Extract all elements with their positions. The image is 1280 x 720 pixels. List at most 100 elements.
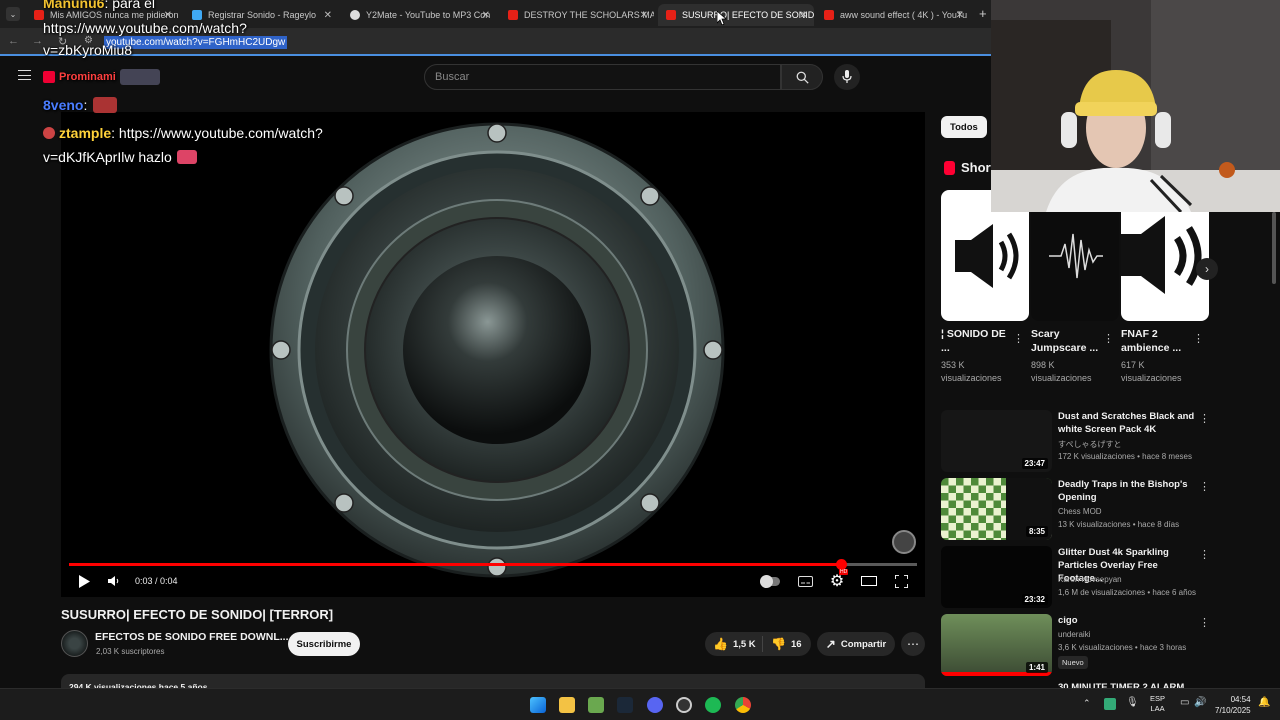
close-tab-icon[interactable]: ✕: [482, 10, 490, 21]
youtube-favicon-icon: [824, 10, 834, 20]
duration-badge: 1:41: [1025, 662, 1048, 673]
rec-channel[interactable]: underaiki: [1058, 630, 1090, 639]
search-input[interactable]: Buscar: [424, 64, 781, 90]
fullscreen-button[interactable]: [893, 573, 909, 589]
subtitles-button[interactable]: [797, 573, 813, 589]
close-tab-icon[interactable]: ✕: [956, 10, 964, 21]
more-vertical-icon[interactable]: ⋮: [1199, 412, 1210, 425]
rec-channel[interactable]: すぺしゃるげすと: [1058, 439, 1121, 450]
more-vertical-icon[interactable]: ⋮: [1103, 332, 1114, 345]
search-button[interactable]: [781, 64, 823, 90]
more-vertical-icon[interactable]: ⋮: [1199, 616, 1210, 629]
rec-title[interactable]: cigo: [1058, 614, 1198, 627]
forward-arrow-icon[interactable]: →: [32, 35, 43, 47]
recommended-item-1[interactable]: 8:35 Deadly Traps in the Bishop's Openin…: [941, 478, 1211, 542]
rec-meta: 172 K visualizaciones • hace 8 meses: [1058, 452, 1192, 461]
more-actions-button[interactable]: ⋯: [901, 632, 925, 656]
autoplay-toggle[interactable]: [759, 573, 781, 589]
chat-username: 8veno: [43, 97, 84, 113]
back-arrow-icon[interactable]: ←: [8, 35, 19, 47]
tab-label: SUSURRO| EFECTO DE SONIDO: [682, 10, 814, 20]
shorts-logo-icon: [944, 160, 955, 175]
hamburger-menu-icon[interactable]: [18, 70, 31, 80]
channel-avatar[interactable]: [61, 630, 88, 657]
subscribe-button[interactable]: Suscribirme: [288, 632, 360, 656]
hd-badge: HD: [839, 569, 849, 575]
notification-bell-icon[interactable]: 🔔: [1258, 697, 1270, 708]
video-player[interactable]: 0:03 / 0:04 ⚙ HD: [61, 112, 925, 597]
rec-meta: 1,6 M de visualizaciones • hace 6 años: [1058, 588, 1196, 597]
like-button[interactable]: 👍 1,5 K: [705, 636, 763, 652]
speaker-video-frame: [269, 122, 916, 578]
close-tab-icon[interactable]: ✕: [640, 10, 648, 21]
rec-channel[interactable]: Chess MOD: [1058, 507, 1102, 516]
obs-icon[interactable]: [676, 697, 692, 713]
chat-line-0: Manunu6: para el: [43, 0, 155, 14]
share-button[interactable]: ↗ Compartir: [817, 632, 895, 656]
video-title: SUSURRO| EFECTO DE SONIDO| [TERROR]: [61, 607, 334, 622]
chat-avatar-icon: [43, 127, 55, 139]
more-vertical-icon[interactable]: ⋮: [1193, 332, 1204, 345]
share-arrow-icon: ↗: [825, 637, 836, 651]
chevron-up-icon[interactable]: ⌃: [1083, 698, 1091, 709]
short-views-0: 353 K visualizaciones: [941, 360, 1002, 383]
more-vertical-icon[interactable]: ⋮: [1199, 548, 1210, 561]
speaker-tray-icon[interactable]: 🔊: [1194, 697, 1206, 708]
tab-5[interactable]: aww sound effect ( 4K ) - YouTu ✕: [816, 4, 970, 26]
rec-meta: 13 K visualizaciones • hace 8 días: [1058, 520, 1180, 529]
channel-name[interactable]: EFECTOS DE SONIDO FREE DOWNL...: [95, 631, 289, 643]
microphone-tray-icon[interactable]: 🎙: [1126, 697, 1139, 708]
sidebar-scrollbar[interactable]: [1272, 212, 1276, 284]
short-title-1[interactable]: Scary Jumpscare ...: [1031, 327, 1099, 355]
rec-title[interactable]: Dust and Scratches Black and white Scree…: [1058, 410, 1198, 436]
short-title-0[interactable]: ¦ SONIDO DE ...: [941, 327, 1009, 355]
progress-bar[interactable]: [69, 559, 917, 570]
tab-list-chevron-icon[interactable]: ⌄: [6, 7, 20, 21]
steam-icon[interactable]: [617, 697, 633, 713]
close-tab-icon[interactable]: ✕: [800, 10, 808, 21]
play-button[interactable]: [77, 573, 91, 589]
short-title-2[interactable]: FNAF 2 ambience ...: [1121, 327, 1189, 355]
recommended-item-3[interactable]: 1:41 cigo underaiki 3,6 K visualizacione…: [941, 614, 1211, 678]
recommended-item-2[interactable]: 23:32 Glitter Dust 4k Sparkling Particle…: [941, 546, 1211, 610]
more-vertical-icon[interactable]: ⋮: [1013, 332, 1024, 345]
chrome-icon[interactable]: [735, 697, 751, 713]
microphone-icon: [842, 70, 852, 83]
discord-icon[interactable]: [647, 697, 663, 713]
duration-badge: 23:32: [1021, 594, 1048, 605]
rec-channel[interactable]: Karen Hovsepyan: [1058, 575, 1122, 584]
youtube-favicon-icon: [508, 10, 518, 20]
file-explorer-icon[interactable]: [559, 697, 575, 713]
theater-icon: [861, 576, 877, 586]
chat-line-6: v=dKJfKAprIlw hazlo: [43, 146, 197, 168]
recommended-item-0[interactable]: 23:47 Dust and Scratches Black and white…: [941, 410, 1211, 474]
shorts-next-button[interactable]: ›: [1196, 258, 1218, 280]
start-windows-icon[interactable]: [530, 697, 546, 713]
dislike-button[interactable]: 👎 16: [763, 637, 802, 651]
more-vertical-icon[interactable]: ⋮: [1199, 480, 1210, 493]
volume-button[interactable]: [107, 573, 121, 589]
tab-4-active[interactable]: SUSURRO| EFECTO DE SONIDO ✕: [658, 4, 814, 26]
settings-button[interactable]: ⚙ HD: [829, 569, 849, 590]
taskbar-clock[interactable]: 04:54 7/10/2025: [1215, 694, 1251, 716]
fullscreen-icon: [894, 574, 908, 588]
more-horizontal-icon: ⋯: [907, 637, 919, 651]
chat-text: : https://www.youtube.com/watch?: [111, 125, 323, 141]
chat-line-5: ztample: https://www.youtube.com/watch?: [43, 122, 323, 144]
tab-3[interactable]: DESTROY THE SCHOLARS MA ✕: [500, 4, 654, 26]
time-display: 0:03 / 0:04: [135, 576, 178, 586]
network-icon[interactable]: ▭: [1180, 697, 1189, 708]
app-icon[interactable]: [588, 697, 604, 713]
thumbs-up-icon: 👍: [713, 637, 728, 651]
new-tab-plus-icon[interactable]: +: [979, 6, 987, 21]
streamer-webcam-image: [991, 0, 1280, 212]
video-thumbnail: 8:35: [941, 478, 1052, 540]
rec-meta: 3,6 K visualizaciones • hace 3 horas: [1058, 643, 1187, 652]
rec-title[interactable]: Deadly Traps in the Bishop's Opening: [1058, 478, 1198, 504]
spotify-icon[interactable]: [705, 697, 721, 713]
theater-mode-button[interactable]: [861, 573, 877, 589]
tray-app-icon[interactable]: [1104, 698, 1116, 710]
voice-search-button[interactable]: [834, 64, 860, 90]
language-indicator[interactable]: ESP LAA: [1150, 694, 1165, 714]
filter-chip-all[interactable]: Todos: [941, 116, 987, 138]
